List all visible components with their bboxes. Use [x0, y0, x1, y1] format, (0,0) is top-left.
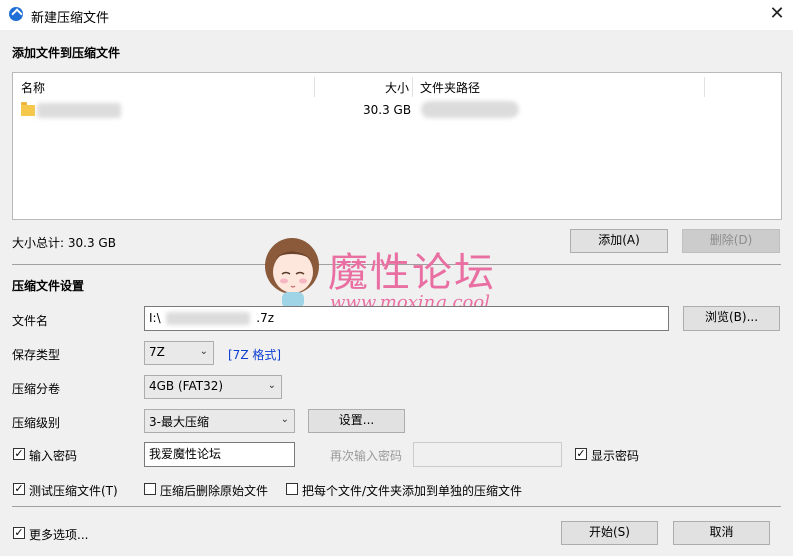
column-separator[interactable] [412, 77, 413, 97]
settings-button[interactable]: 设置... [308, 409, 405, 433]
watermark-title: 魔性论坛 [328, 250, 496, 296]
more-options-checkbox[interactable]: ✓ [13, 527, 25, 539]
column-separator[interactable] [704, 77, 705, 97]
level-select[interactable]: 3-最大压缩 ⌄ [144, 409, 295, 433]
type-format-text: [7Z 格式] [228, 348, 282, 362]
window-title: 新建压缩文件 [31, 11, 110, 26]
folder-icon [21, 102, 35, 116]
separate-archive-label[interactable]: 把每个文件/文件夹添加到单独的压缩文件 [302, 482, 522, 499]
cancel-button[interactable]: 取消 [673, 521, 770, 545]
divider [12, 506, 781, 507]
password-confirm-label: 再次输入密码 [330, 449, 403, 463]
delete-after-label[interactable]: 压缩后删除原始文件 [160, 482, 268, 499]
password-confirm-input[interactable] [413, 442, 562, 467]
delete-button[interactable]: 删除(D) [682, 229, 780, 253]
type-select-value: 7Z [149, 345, 165, 359]
browse-button[interactable]: 浏览(B)... [683, 306, 780, 331]
watermark-mascot-image [262, 232, 324, 310]
column-header-size[interactable]: 大小 [385, 79, 409, 96]
type-label: 保存类型 [12, 348, 61, 362]
file-size: 30.3 GB [363, 103, 412, 117]
redacted-filename [166, 312, 251, 325]
add-button[interactable]: 添加(A) [570, 229, 668, 253]
title-bar [0, 0, 793, 30]
start-button[interactable]: 开始(S) [561, 521, 658, 545]
delete-after-checkbox[interactable] [144, 483, 156, 495]
password-label[interactable]: 输入密码 [29, 447, 77, 464]
split-label: 压缩分卷 [12, 382, 61, 396]
column-separator[interactable] [314, 77, 315, 97]
filename-suffix: .7z [256, 311, 275, 325]
settings-section-title: 压缩文件设置 [12, 279, 85, 293]
table-row[interactable]: 30.3 GB [13, 99, 779, 121]
separate-archive-checkbox[interactable] [286, 483, 298, 495]
show-password-checkbox[interactable]: ✓ [575, 448, 587, 460]
type-select[interactable]: 7Z ⌄ [144, 341, 214, 365]
chevron-down-icon: ⌄ [199, 346, 208, 357]
filename-input[interactable]: I:\ .7z [144, 306, 669, 331]
chevron-down-icon: ⌄ [267, 380, 276, 391]
app-icon [9, 7, 23, 21]
level-select-value: 3-最大压缩 [149, 415, 209, 429]
file-list[interactable]: 名称 大小 文件夹路径 30.3 GB [12, 72, 782, 220]
filename-label: 文件名 [12, 314, 49, 328]
test-archive-checkbox[interactable]: ✓ [13, 483, 25, 495]
password-checkbox[interactable]: ✓ [13, 448, 25, 460]
column-header-name[interactable]: 名称 [21, 79, 45, 96]
files-section-title: 添加文件到压缩文件 [12, 46, 121, 60]
split-select-value: 4GB (FAT32) [149, 379, 224, 393]
password-input[interactable]: 我爱魔性论坛 [144, 442, 295, 467]
show-password-label[interactable]: 显示密码 [591, 447, 639, 464]
level-label: 压缩级别 [12, 416, 61, 430]
close-icon[interactable]: ✕ [764, 2, 790, 26]
size-total: 大小总计: 30.3 GB [12, 236, 116, 250]
redacted-folder-path [421, 101, 519, 118]
filename-prefix: I:\ [149, 311, 161, 325]
split-select[interactable]: 4GB (FAT32) ⌄ [144, 375, 282, 399]
column-header-path[interactable]: 文件夹路径 [420, 79, 480, 96]
chevron-down-icon: ⌄ [280, 414, 289, 425]
test-archive-label[interactable]: 测试压缩文件(T) [29, 482, 118, 499]
more-options-label[interactable]: 更多选项... [29, 526, 88, 543]
redacted-file-name [37, 103, 121, 118]
